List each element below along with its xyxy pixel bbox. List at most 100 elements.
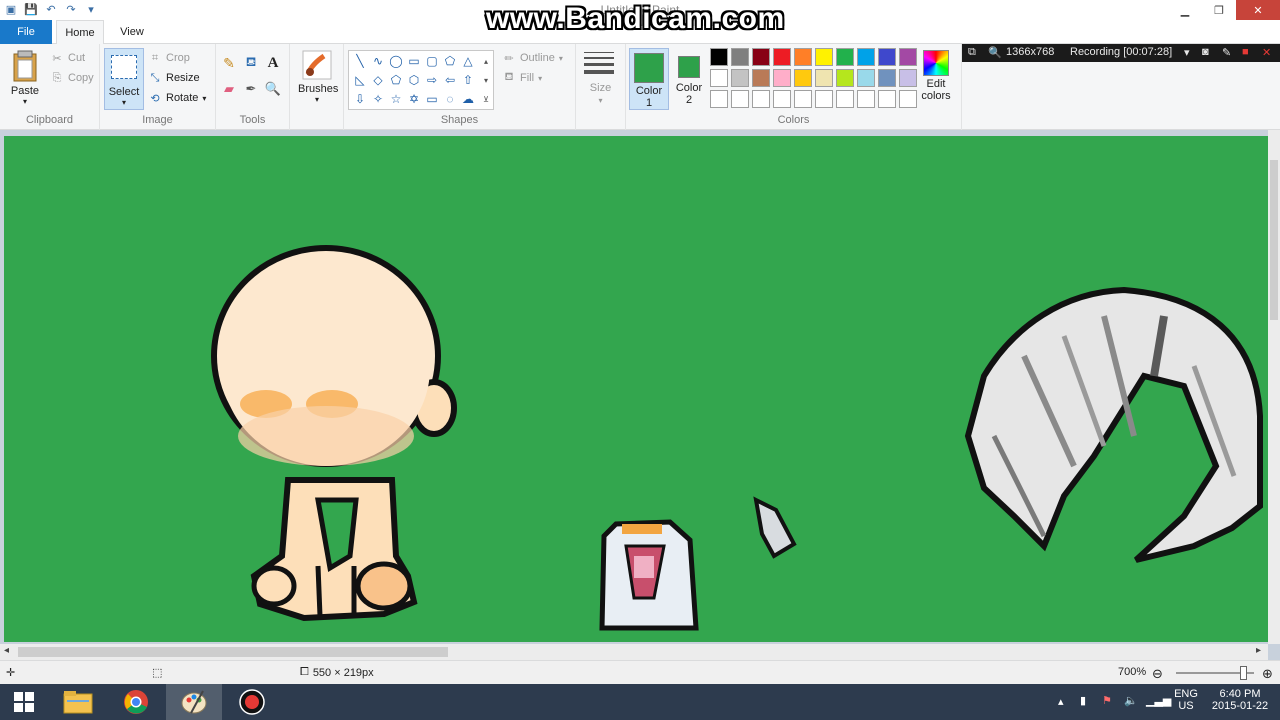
palette-swatch[interactable] xyxy=(710,48,728,66)
palette-swatch[interactable] xyxy=(899,90,917,108)
brushes-dropdown-icon[interactable]: ▾ xyxy=(298,95,336,104)
tab-view[interactable]: View xyxy=(108,20,156,44)
cloud-callout-shape-icon[interactable]: ☁ xyxy=(459,90,477,108)
recorder-close-icon[interactable]: ✕ xyxy=(1262,46,1271,59)
taskbar-paint[interactable] xyxy=(166,684,222,720)
palette-swatch[interactable] xyxy=(836,48,854,66)
language-indicator[interactable]: ENG US xyxy=(1172,684,1200,720)
right-triangle-shape-icon[interactable]: ◺ xyxy=(351,71,369,89)
minimize-button[interactable]: ▁ xyxy=(1168,0,1202,20)
five-point-star-shape-icon[interactable]: ☆ xyxy=(387,90,405,108)
palette-swatch[interactable] xyxy=(752,48,770,66)
cut-button[interactable]: ✂ Cut xyxy=(50,49,85,67)
diamond-shape-icon[interactable]: ◇ xyxy=(369,71,387,89)
rectangle-shape-icon[interactable]: ▭ xyxy=(405,52,423,70)
recorder-camera-icon[interactable]: ◙ xyxy=(1202,46,1209,58)
scroll-left-icon[interactable]: ◂ xyxy=(4,645,9,656)
close-button[interactable]: ✕ xyxy=(1236,0,1280,20)
four-point-star-shape-icon[interactable]: ✧ xyxy=(369,90,387,108)
six-point-star-shape-icon[interactable]: ✡ xyxy=(405,90,423,108)
left-arrow-shape-icon[interactable]: ⇦ xyxy=(441,71,459,89)
taskbar-bandicam[interactable] xyxy=(224,684,280,720)
crop-button[interactable]: ⌗ Crop xyxy=(148,49,190,67)
palette-swatch[interactable] xyxy=(731,69,749,87)
wifi-signal-icon[interactable]: ▁▃▅ xyxy=(1146,694,1171,707)
palette-swatch[interactable] xyxy=(815,90,833,108)
text-tool-icon[interactable]: A xyxy=(266,55,280,71)
palette-swatch[interactable] xyxy=(857,90,875,108)
taskbar-file-explorer[interactable] xyxy=(50,684,106,720)
palette-swatch[interactable] xyxy=(773,69,791,87)
brushes-button[interactable]: Brushes ▾ xyxy=(298,50,338,104)
palette-swatch[interactable] xyxy=(836,90,854,108)
zoom-in-button[interactable]: ⊕ xyxy=(1262,666,1273,682)
palette-swatch[interactable] xyxy=(899,69,917,87)
palette-swatch[interactable] xyxy=(836,69,854,87)
palette-swatch[interactable] xyxy=(752,69,770,87)
palette-swatch[interactable] xyxy=(794,48,812,66)
palette-swatch[interactable] xyxy=(878,69,896,87)
show-hidden-icons-icon[interactable]: ▴ xyxy=(1058,695,1064,708)
recorder-dropdown-icon[interactable]: ▾ xyxy=(1184,46,1190,59)
rounded-rect-shape-icon[interactable]: ▢ xyxy=(423,52,441,70)
polygon-shape-icon[interactable]: ⬠ xyxy=(441,52,459,70)
size-group[interactable]: Size ▾ xyxy=(576,44,626,130)
palette-swatch[interactable] xyxy=(794,69,812,87)
tab-home[interactable]: Home xyxy=(56,20,104,45)
taskbar-chrome[interactable] xyxy=(108,684,164,720)
pentagon-shape-icon[interactable]: ⬠ xyxy=(387,71,405,89)
palette-swatch[interactable] xyxy=(815,48,833,66)
edit-colors-button[interactable]: Edit colors xyxy=(916,50,956,102)
magnifier-icon[interactable]: 🔍 xyxy=(265,81,281,96)
palette-swatch[interactable] xyxy=(815,69,833,87)
horizontal-scrollbar[interactable]: ◂ ▸ xyxy=(0,644,1268,660)
paste-dropdown-icon[interactable]: ▾ xyxy=(6,97,44,106)
select-dropdown-icon[interactable]: ▾ xyxy=(105,98,143,107)
curve-shape-icon[interactable]: ∿ xyxy=(369,52,387,70)
palette-swatch[interactable] xyxy=(710,90,728,108)
recorder-window-icon[interactable]: ⧉ xyxy=(968,46,976,59)
volume-icon[interactable]: 🔈 xyxy=(1124,694,1138,707)
maximize-button[interactable]: ❐ xyxy=(1202,0,1236,20)
color-picker-icon[interactable]: ✒ xyxy=(244,81,258,96)
fill-bucket-icon[interactable]: ⛾ xyxy=(244,54,258,70)
color2-button[interactable]: Color 2 xyxy=(669,48,709,110)
palette-swatch[interactable] xyxy=(878,90,896,108)
palette-swatch[interactable] xyxy=(773,48,791,66)
palette-swatch[interactable] xyxy=(773,90,791,108)
copy-button[interactable]: ⎘ Copy xyxy=(50,69,94,87)
palette-swatch[interactable] xyxy=(899,48,917,66)
right-arrow-shape-icon[interactable]: ⇨ xyxy=(423,71,441,89)
shapes-scroll-down-icon[interactable]: ▾ xyxy=(477,71,495,89)
start-button[interactable] xyxy=(0,684,48,720)
pencil-icon[interactable]: ✎ xyxy=(222,55,236,71)
palette-swatch[interactable] xyxy=(752,90,770,108)
triangle-shape-icon[interactable]: △ xyxy=(459,52,477,70)
recorder-search-icon[interactable]: 🔍 xyxy=(988,46,1002,59)
palette-swatch[interactable] xyxy=(794,90,812,108)
power-icon[interactable]: ▮ xyxy=(1080,694,1086,707)
paste-button[interactable]: Paste ▾ xyxy=(6,50,44,106)
palette-swatch[interactable] xyxy=(731,90,749,108)
up-arrow-shape-icon[interactable]: ⇧ xyxy=(459,71,477,89)
vertical-scroll-thumb[interactable] xyxy=(1270,160,1278,320)
palette-swatch[interactable] xyxy=(731,48,749,66)
outline-button[interactable]: ✏ Outline ▾ xyxy=(502,49,562,67)
oval-shape-icon[interactable]: ◯ xyxy=(387,52,405,70)
line-shape-icon[interactable]: ╲ xyxy=(351,52,369,70)
color1-button[interactable]: Color 1 xyxy=(629,48,669,110)
palette-swatch[interactable] xyxy=(857,69,875,87)
rotate-button[interactable]: ⟲ Rotate ▾ xyxy=(148,89,206,107)
fill-button[interactable]: ⛾ Fill ▾ xyxy=(502,69,543,87)
zoom-slider-handle[interactable] xyxy=(1240,666,1247,680)
select-button[interactable]: Select ▾ xyxy=(104,48,144,110)
shapes-scroll-up-icon[interactable]: ▴ xyxy=(477,52,495,70)
resize-button[interactable]: ⤡ Resize xyxy=(148,69,200,87)
vertical-scrollbar[interactable] xyxy=(1268,130,1280,644)
recorder-stop-icon[interactable]: ■ xyxy=(1242,46,1249,58)
horizontal-scroll-thumb[interactable] xyxy=(18,647,448,657)
network-warning-icon[interactable]: ⚑ xyxy=(1102,694,1112,707)
hexagon-shape-icon[interactable]: ⬡ xyxy=(405,71,423,89)
rect-callout-shape-icon[interactable]: ▭ xyxy=(423,90,441,108)
clock[interactable]: 6:40 PM 2015-01-22 xyxy=(1206,684,1274,720)
